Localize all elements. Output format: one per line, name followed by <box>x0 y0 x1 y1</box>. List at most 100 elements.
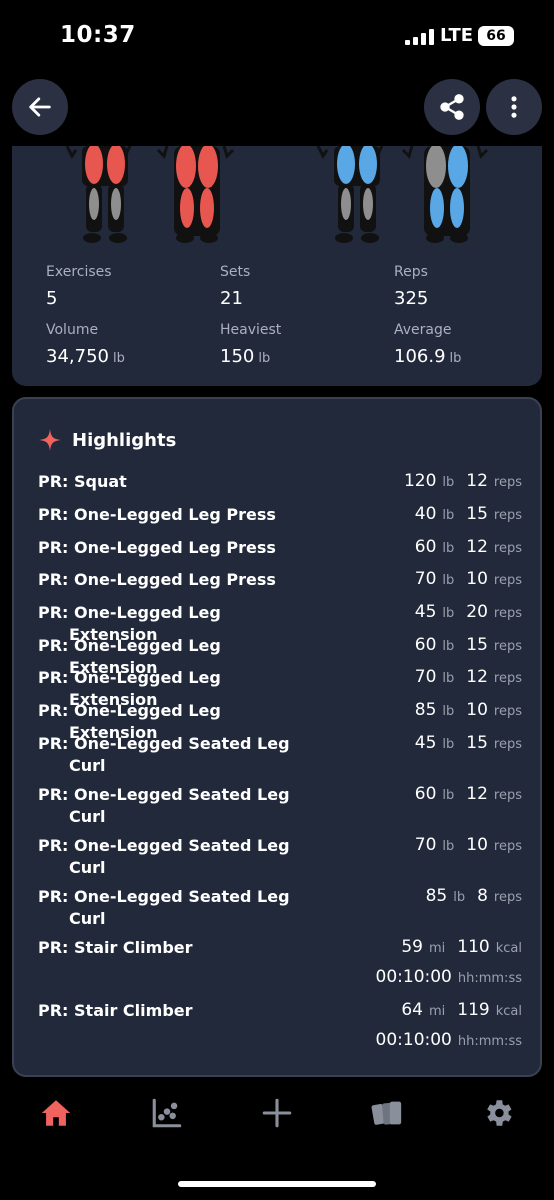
highlight-weight-unit: lb <box>442 737 455 752</box>
nav-settings[interactable] <box>478 1093 518 1133</box>
highlight-count: 15 <box>466 733 488 753</box>
nav-routines[interactable] <box>367 1093 407 1133</box>
highlight-values: 85 lb 8 reps <box>426 886 522 908</box>
body-figure-front-trained <box>65 146 132 243</box>
highlight-count: 20 <box>466 602 488 622</box>
highlight-weight-unit: lb <box>442 573 455 588</box>
nav-add[interactable] <box>257 1093 297 1133</box>
stat-value: 21 <box>220 288 243 309</box>
highlight-count: 12 <box>466 471 488 491</box>
highlight-name: PR: One-Legged Seated Leg Curl <box>38 887 290 928</box>
highlight-count-unit: reps <box>493 639 522 654</box>
stat-label: Heaviest <box>220 322 282 338</box>
stat-label: Sets <box>220 264 251 280</box>
sparkle-icon <box>39 429 61 451</box>
highlight-count-unit: reps <box>493 508 522 523</box>
highlight-duration: 00:10:00 hh:mm:ss <box>376 1030 522 1052</box>
highlight-duration: 00:10:00 hh:mm:ss <box>376 967 522 989</box>
highlight-count-unit: reps <box>493 788 522 803</box>
highlight-count: 15 <box>466 635 488 655</box>
highlight-name: PR: One-Legged Seated Leg Curl <box>38 785 290 826</box>
highlight-count: 15 <box>466 504 488 524</box>
network-type: LTE <box>440 25 474 46</box>
highlight-count: 10 <box>466 700 488 720</box>
highlight-count: 12 <box>466 784 488 804</box>
stat-value: 5 <box>46 288 58 309</box>
highlight-calories-unit: kcal <box>495 1004 522 1019</box>
highlight-weight: 85 <box>414 700 437 720</box>
muscle-map <box>65 146 489 243</box>
highlight-name: PR: Squat <box>38 472 127 491</box>
highlight-weight: 40 <box>414 504 437 524</box>
stat-heaviest: Heaviest 150 lb <box>220 322 380 367</box>
highlight-values: 60 lb 15 reps <box>415 635 522 657</box>
highlight-weight-unit: lb <box>442 839 455 854</box>
highlight-distance: 64 <box>401 1000 423 1020</box>
highlights-title: Highlights <box>72 429 177 451</box>
highlight-weight: 70 <box>414 835 437 855</box>
highlight-weight: 70 <box>414 667 437 687</box>
highlight-values: 40 lb 15 reps <box>415 504 522 526</box>
highlight-values: 60 lb 12 reps <box>415 537 522 559</box>
highlight-count-unit: reps <box>493 671 522 686</box>
highlight-values: 60 lb 12 reps <box>415 784 522 806</box>
highlight-count-unit: reps <box>493 839 522 854</box>
body-figure-back-untrained <box>401 146 489 243</box>
home-indicator <box>178 1181 376 1187</box>
highlight-distance-unit: mi <box>429 1004 446 1019</box>
stat-value: 34,750 <box>46 346 109 367</box>
plus-icon <box>262 1098 292 1128</box>
highlight-values: 45 lb 15 reps <box>415 733 522 755</box>
highlight-weight: 60 <box>414 537 437 557</box>
highlight-values: 70 lb 10 reps <box>415 569 522 591</box>
highlight-weight: 45 <box>414 733 437 753</box>
highlight-count-unit: reps <box>493 704 522 719</box>
nav-stats[interactable] <box>147 1093 187 1133</box>
highlight-count: 10 <box>466 569 488 589</box>
back-button[interactable] <box>12 79 68 135</box>
stat-unit: lb <box>258 351 271 366</box>
highlight-weight: 45 <box>414 602 437 622</box>
highlight-weight-unit: lb <box>442 541 455 556</box>
highlight-count-unit: reps <box>493 890 522 905</box>
highlight-distance: 59 <box>401 937 423 957</box>
highlight-count-unit: reps <box>493 541 522 556</box>
home-icon <box>41 1100 71 1126</box>
workout-summary-card: Exercises 5 Sets 21 Reps 325 Volume 34,7… <box>12 146 542 386</box>
bottom-nav <box>0 1085 554 1145</box>
highlight-weight-unit: lb <box>442 671 455 686</box>
highlight-weight: 60 <box>414 635 437 655</box>
highlight-weight: 60 <box>414 784 437 804</box>
stat-exercises: Exercises 5 <box>46 264 206 309</box>
highlight-count-unit: reps <box>493 737 522 752</box>
highlights-card: Highlights PR: Squat 120 lb 12 reps PR: One… <box>12 397 542 1077</box>
stat-unit: lb <box>112 351 125 366</box>
highlight-weight-unit: lb <box>442 639 455 654</box>
highlight-calories: 119 <box>457 1000 490 1020</box>
highlight-weight-unit: lb <box>453 890 466 905</box>
highlight-values: 70 lb 12 reps <box>415 667 522 689</box>
battery-icon: 66 <box>478 26 514 46</box>
highlight-name: PR: One-Legged Seated Leg Curl <box>38 734 290 775</box>
highlight-calories: 110 <box>457 937 490 957</box>
highlight-weight: 85 <box>425 886 448 906</box>
body-figure-back-trained <box>156 146 235 243</box>
highlights-header: Highlights <box>38 425 176 455</box>
nav-home[interactable] <box>36 1093 76 1133</box>
highlight-values: 120 lb 12 reps <box>404 471 522 493</box>
gear-icon <box>487 1100 512 1126</box>
share-icon <box>440 94 464 120</box>
highlight-distance-unit: mi <box>429 941 446 956</box>
cellular-signal-icon <box>405 29 435 45</box>
highlight-name: PR: One-Legged Leg Press <box>38 570 276 589</box>
more-options-button[interactable] <box>486 79 542 135</box>
share-button[interactable] <box>424 79 480 135</box>
stat-label: Average <box>394 322 452 338</box>
stat-sets: Sets 21 <box>220 264 380 309</box>
highlight-count: 12 <box>466 667 488 687</box>
highlight-count-unit: reps <box>493 475 522 490</box>
highlight-values: 70 lb 10 reps <box>415 835 522 857</box>
stat-value: 106.9 <box>394 346 446 367</box>
status-time: 10:37 <box>60 22 136 48</box>
status-bar: 10:37 LTE 66 <box>0 0 554 70</box>
